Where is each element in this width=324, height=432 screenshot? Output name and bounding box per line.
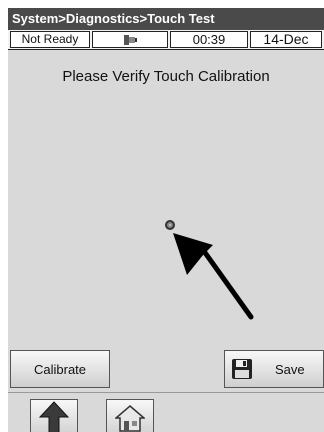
- connection-status-cell: [92, 31, 168, 48]
- save-button[interactable]: Save: [224, 350, 324, 388]
- status-bar: Not Ready 00:39 14-Dec: [8, 30, 324, 50]
- calibrate-button[interactable]: Calibrate: [10, 350, 110, 388]
- status-time: 00:39: [170, 31, 248, 48]
- instruction-text: Please Verify Touch Calibration: [62, 68, 270, 85]
- touch-target-icon[interactable]: [165, 220, 175, 230]
- up-arrow-icon: [39, 401, 69, 432]
- floppy-disk-icon: [232, 359, 252, 379]
- status-date: 14-Dec: [250, 31, 322, 48]
- bottom-nav: [8, 392, 324, 432]
- back-button[interactable]: [30, 399, 78, 432]
- title-bar: System>Diagnostics>Touch Test: [8, 8, 324, 30]
- home-button[interactable]: [106, 399, 154, 432]
- vci-connector-icon: [124, 35, 137, 45]
- status-state: Not Ready: [10, 31, 90, 48]
- calibrate-button-label: Calibrate: [33, 361, 87, 377]
- home-icon: [115, 405, 145, 432]
- touch-test-screen: System>Diagnostics>Touch Test Not Ready …: [8, 8, 324, 432]
- breadcrumb: System>Diagnostics>Touch Test: [12, 11, 215, 26]
- arrow-pointer-icon: [173, 233, 254, 320]
- save-button-label: Save: [275, 361, 305, 377]
